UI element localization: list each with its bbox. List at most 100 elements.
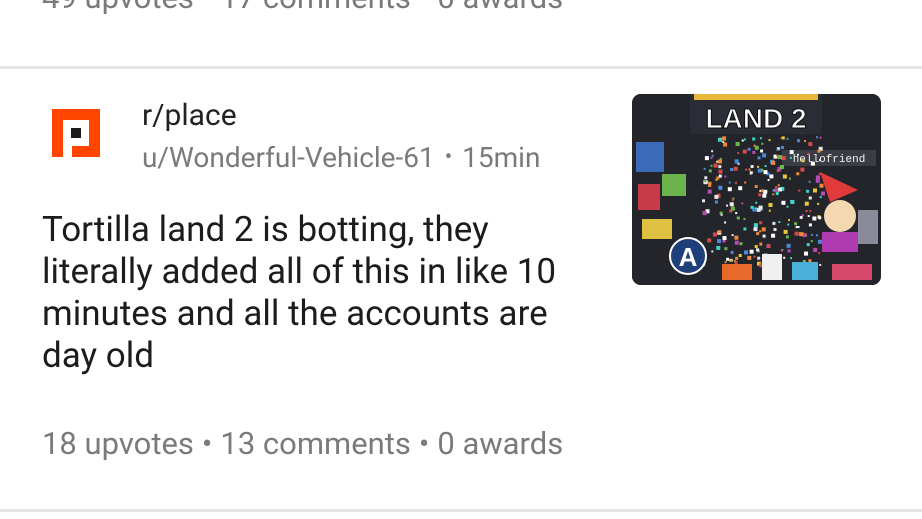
svg-text:A: A [679,242,698,272]
thumbnail-pixel [758,205,763,210]
subreddit-place-icon[interactable] [52,109,100,157]
thumbnail-pixel [790,200,795,204]
thumbnail-pixel [804,140,806,143]
previous-comments: 17 comments [220,0,411,16]
thumbnail-pixel [718,230,722,234]
thumbnail-pixel [781,200,786,205]
post-card[interactable]: r/place u/Wonderful-Vehicle-61 • 15min Tor… [0,69,922,509]
thumbnail-pixel [815,178,820,183]
thumbnail-pixel [734,240,739,245]
thumbnail-pixel [772,193,775,196]
thumbnail-pixel [774,188,779,193]
post-title[interactable]: Tortilla land 2 is botting, they literal… [42,209,602,377]
separator-dot: • [444,145,453,170]
thumbnail-pixel [766,245,769,248]
thumbnail-pixel [760,189,764,193]
previous-post-stats: 49 upvotes • 17 comments • 0 awards [42,0,563,18]
thumbnail-pixel [760,149,764,153]
thumbnail-pixel [735,142,740,146]
thumbnail-pixel [778,221,781,224]
thumbnail-pixel [754,185,758,188]
thumbnail-pixel [744,181,747,184]
thumbnail-pixel [788,219,790,222]
thumbnail-pixel [819,196,822,199]
thumbnail-pixel [704,176,708,180]
thumbnail-pixel [782,174,787,179]
thumbnail-pixel [741,202,744,205]
thumbnail-pixel [797,139,800,143]
thumbnail-pixel [789,150,794,155]
thumbnail-pixel [742,149,747,154]
thumbnail-pixel [711,154,714,157]
post-meta: u/Wonderful-Vehicle-61 • 15min [142,139,540,177]
thumbnail-pixel [777,184,780,187]
thumbnail-pixel [724,247,728,251]
thumbnail-pixel [747,255,752,260]
thumbnail-pixel [718,185,723,190]
separator-dot: • [202,0,212,18]
thumbnail-pixel [810,161,815,166]
thumbnail-pixel [812,216,817,221]
thumbnail-pixel [756,248,759,252]
thumbnail-pixel [759,221,763,225]
thumbnail-pixel [759,137,762,140]
comments-count[interactable]: 13 comments [220,425,411,462]
thumbnail-pixel [737,152,740,155]
thumbnail-pixel [808,223,812,227]
thumbnail-pixel [775,186,778,188]
thumbnail-pixel [755,207,758,210]
thumbnail-pixel [723,142,728,147]
thumbnail-pixel [801,214,804,217]
thumbnail-pixel [813,188,817,193]
thumbnail-pixel [710,157,713,159]
thumbnail-pixel [717,239,721,244]
thumbnail-pixel [796,172,800,176]
post-stats: 18 upvotes • 13 comments • 0 awards [42,423,563,465]
thumbnail-pixel [750,205,754,209]
thumbnail-pixel [769,174,774,179]
thumbnail-pixel [704,180,707,183]
thumbnail-pixel [817,149,821,153]
thumbnail-pixel [807,215,810,217]
author-link[interactable]: u/Wonderful-Vehicle-61 [142,141,435,174]
thumbnail-pixel [726,204,728,207]
thumbnail-pixel [755,201,758,204]
thumbnail-pixel [783,229,788,234]
thumbnail-pixel [811,233,814,236]
thumbnail-pixel [702,211,707,216]
thumbnail-pixel [722,140,725,143]
thumbnail-pixel [796,153,799,156]
thumbnail-pixel [806,189,810,193]
upvotes-count[interactable]: 18 upvotes [42,425,194,462]
thumbnail-pixel [747,147,751,151]
thumbnail-pixel [734,260,738,264]
thumbnail-banner-text: LAND 2 [705,103,806,134]
thumbnail-pixel [752,150,756,154]
thumbnail-pixel [731,234,734,237]
thumbnail-pixel [727,187,732,192]
thumbnail-pixel [724,261,727,264]
thumbnail-pixel [794,231,799,236]
thumbnail-pixel [762,153,767,158]
thumbnail-pixel [818,173,821,176]
thumbnail-pixel [768,209,771,212]
awards-count[interactable]: 0 awards [437,425,563,462]
thumbnail-pixel [764,165,767,168]
thumbnail-pixel [720,213,723,216]
thumbnail-pixel [739,242,743,246]
thumbnail-pixel [730,168,734,171]
thumbnail-pixel [780,146,784,149]
thumbnail-pixel [819,183,824,188]
thumbnail-pixel [768,203,773,207]
thumbnail-pixel [790,257,793,260]
thumbnail-pixel [816,234,818,237]
thumbnail-pixel [794,222,798,226]
subreddit-name[interactable]: r/place [142,96,237,136]
thumbnail-pixel [736,216,740,220]
thumbnail-pixel [789,177,791,180]
post-thumbnail[interactable]: LAND 2 hellofriend A [632,94,881,285]
thumbnail-pixel [708,169,712,173]
thumbnail-pixel [708,181,712,185]
thumbnail-pixel [753,223,758,228]
thumbnail-pixel [722,136,727,141]
